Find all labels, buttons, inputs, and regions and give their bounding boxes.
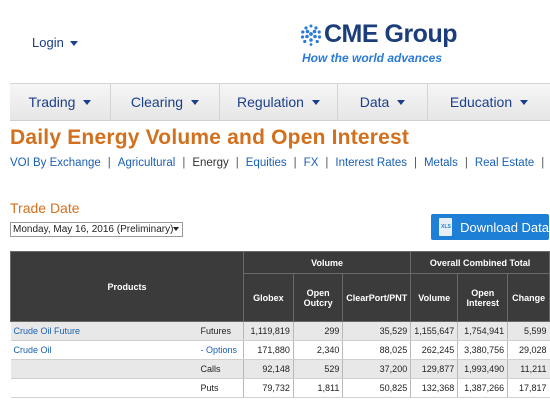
xls-icon-text: XLS bbox=[441, 224, 451, 230]
open-outcry-cell: 2,340 bbox=[292, 340, 343, 360]
product-type-cell: Calls bbox=[197, 359, 244, 379]
subnav-separator: | bbox=[107, 157, 111, 169]
subnav-separator: | bbox=[413, 157, 417, 169]
overall-total-header: Overall Combined Total bbox=[410, 251, 550, 274]
product-type-cell: Futures bbox=[197, 321, 244, 341]
column-header-open-outcry: Open Outcry bbox=[292, 273, 344, 322]
clearport-cell: 88,025 bbox=[342, 340, 411, 360]
column-header-change: Change bbox=[507, 273, 550, 322]
change-cell: 17,817 bbox=[507, 378, 550, 398]
subnav-separator: | bbox=[235, 157, 239, 169]
open-interest-cell: 1,993,490 bbox=[457, 359, 508, 379]
logo-brand-text: CME Group bbox=[324, 20, 458, 48]
cme-group-logo[interactable]: CME Group How the world advances bbox=[300, 20, 460, 68]
chevron-down-icon bbox=[520, 99, 529, 105]
open-interest-cell: 1,387,266 bbox=[457, 378, 508, 398]
nav-item-trading[interactable]: Trading bbox=[10, 84, 111, 120]
clearport-cell: 50,825 bbox=[342, 378, 411, 398]
open-outcry-cell: 299 bbox=[292, 321, 343, 341]
nav-item-clearing[interactable]: Clearing bbox=[111, 84, 220, 120]
nav-item-label: Data bbox=[359, 94, 390, 110]
table-row: Puts 79,732 1,811 50,825 132,368 1,387,2… bbox=[10, 378, 550, 398]
globex-cell: 171,880 bbox=[242, 340, 294, 360]
column-header-open-interest: Open Interest bbox=[457, 273, 509, 322]
volume-cell: 1,155,647 bbox=[410, 321, 458, 341]
product-type-cell: Puts bbox=[197, 378, 244, 398]
globe-icon bbox=[300, 24, 322, 46]
subnav-separator: | bbox=[182, 157, 186, 169]
product-cell bbox=[10, 378, 198, 398]
xls-file-icon: XLS bbox=[439, 218, 453, 236]
site-header: Login CME Group How the world advances bbox=[0, 0, 550, 80]
trade-date-value: Monday, May 16, 2016 (Preliminary) bbox=[13, 224, 174, 235]
nav-item-data[interactable]: Data bbox=[338, 84, 428, 120]
globex-cell: 1,119,819 bbox=[242, 321, 294, 341]
subnav-agricultural[interactable]: Agricultural bbox=[118, 157, 176, 169]
clearport-cell: 37,200 bbox=[342, 359, 411, 379]
download-button-label: Download Data bbox=[460, 219, 549, 235]
change-cell: 11,211 bbox=[507, 359, 550, 379]
volume-group-header: Volume bbox=[242, 251, 412, 274]
download-data-button[interactable]: XLS Download Data bbox=[431, 214, 549, 240]
change-cell: 29,028 bbox=[507, 340, 550, 360]
main-nav: Trading Clearing Regulation Data Educati… bbox=[10, 83, 550, 121]
product-subnav: VOI By Exchange | Agricultural | Energy | Equi… bbox=[10, 157, 550, 169]
nav-item-label: Regulation bbox=[237, 94, 304, 110]
page-title: Daily Energy Volume and Open Interest bbox=[10, 126, 410, 149]
chevron-down-icon bbox=[311, 99, 320, 105]
subnav-interest-rates[interactable]: Interest Rates bbox=[335, 157, 407, 169]
open-outcry-cell: 529 bbox=[292, 359, 343, 379]
subnav-real-estate[interactable]: Real Estate bbox=[475, 157, 534, 169]
globex-cell: 79,732 bbox=[242, 378, 294, 398]
open-interest-cell: 3,380,756 bbox=[457, 340, 508, 360]
open-outcry-cell: 1,811 bbox=[292, 378, 343, 398]
nav-item-label: Education bbox=[449, 94, 513, 110]
subnav-equities[interactable]: Equities bbox=[246, 157, 287, 169]
nav-item-education[interactable]: Education bbox=[428, 84, 550, 120]
options-link[interactable]: - Options bbox=[197, 340, 244, 360]
chevron-down-icon bbox=[397, 99, 406, 105]
nav-item-regulation[interactable]: Regulation bbox=[220, 84, 338, 120]
subnav-voi-by-exchange[interactable]: VOI By Exchange bbox=[10, 157, 101, 169]
chevron-down-icon bbox=[69, 41, 78, 47]
column-header-volume: Volume bbox=[410, 273, 459, 322]
trade-date-label: Trade Date bbox=[10, 200, 80, 216]
logo-tagline: How the world advances bbox=[302, 51, 443, 65]
table-row: Calls 92,148 529 37,200 129,877 1,993,49… bbox=[10, 359, 550, 379]
table-row: Crude Oil - Options 171,880 2,340 88,025… bbox=[10, 340, 550, 360]
chevron-down-icon bbox=[173, 227, 179, 231]
product-cell bbox=[10, 359, 198, 379]
subnav-fx[interactable]: FX bbox=[304, 157, 319, 169]
product-link[interactable]: Crude Oil bbox=[10, 340, 198, 360]
column-header-clearport: ClearPort/PNT bbox=[342, 273, 412, 322]
trade-date-select[interactable]: Monday, May 16, 2016 (Preliminary) bbox=[10, 222, 183, 237]
globex-cell: 92,148 bbox=[242, 359, 294, 379]
subnav-metals[interactable]: Metals bbox=[424, 157, 458, 169]
subnav-separator: | bbox=[325, 157, 329, 169]
volume-cell: 132,368 bbox=[410, 378, 458, 398]
chevron-down-icon bbox=[83, 99, 92, 105]
volume-cell: 262,245 bbox=[410, 340, 458, 360]
login-label: Login bbox=[32, 35, 64, 50]
subnav-separator: | bbox=[541, 157, 545, 169]
change-cell: 5,599 bbox=[507, 321, 550, 341]
subnav-separator: | bbox=[293, 157, 297, 169]
table-row: Crude Oil Future Futures 1,119,819 299 3… bbox=[10, 321, 550, 341]
products-header: Products bbox=[10, 251, 244, 322]
product-link[interactable]: Crude Oil Future bbox=[10, 321, 198, 341]
login-menu[interactable]: Login bbox=[32, 35, 78, 50]
open-interest-cell: 1,754,941 bbox=[457, 321, 508, 341]
volume-cell: 129,877 bbox=[410, 359, 458, 379]
chevron-down-icon bbox=[191, 99, 200, 105]
nav-item-label: Trading bbox=[28, 94, 76, 110]
nav-item-label: Clearing bbox=[130, 94, 184, 110]
volume-table: Products Volume Overall Combined Total G… bbox=[10, 251, 550, 398]
clearport-cell: 35,529 bbox=[342, 321, 411, 341]
subnav-separator: | bbox=[464, 157, 468, 169]
column-header-globex: Globex bbox=[242, 273, 294, 322]
subnav-energy-active: Energy bbox=[192, 157, 229, 169]
